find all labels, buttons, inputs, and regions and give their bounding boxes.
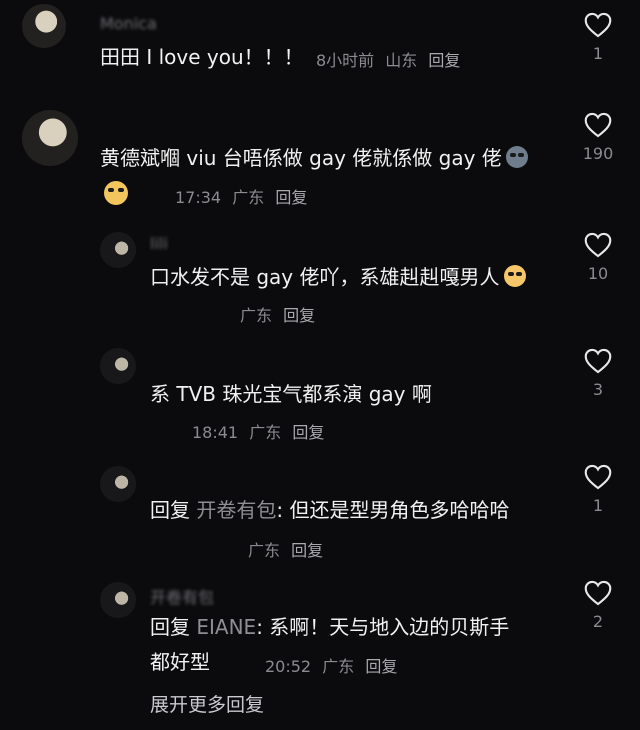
expand-more-replies-button[interactable]: 展开更多回复 xyxy=(150,690,264,717)
heart-icon xyxy=(584,112,612,138)
avatar[interactable] xyxy=(100,466,136,502)
reply-location: 广东 xyxy=(248,541,281,560)
like-button[interactable]: 10 xyxy=(578,232,618,283)
reply-meta: 广东 回复 xyxy=(240,302,321,326)
comment-time: 8小时前 xyxy=(316,51,375,70)
reply-item: 系 TVB 珠光宝气都系演 gay 啊 18:41 广东 回复 3 xyxy=(0,342,640,442)
crying-emoji xyxy=(503,265,526,287)
comment-meta: 8小时前 山东 回复 xyxy=(316,47,466,71)
heart-icon xyxy=(584,12,612,38)
reply-location: 广东 xyxy=(322,657,355,676)
like-button[interactable]: 190 xyxy=(578,112,618,163)
reply-item: lili 口水发不是 gay 佬吖，系雄赳赳嘎男人 广东 回复 10 xyxy=(0,226,640,326)
comment-meta: 17:34 广东 回复 xyxy=(175,184,313,208)
heart-icon xyxy=(584,348,612,374)
reply-meta: 18:41 广东 回复 xyxy=(192,419,330,443)
like-button[interactable]: 1 xyxy=(578,464,618,515)
avatar[interactable] xyxy=(100,232,136,268)
reply-meta: 广东 回复 xyxy=(248,537,329,561)
reply-text: 回复 开卷有包: 但还是型男角色多哈哈哈 xyxy=(150,495,509,525)
reply-text: 回复 EIANE: 系啊！天与地入边的贝斯手 xyxy=(150,612,509,642)
sunglasses-emoji xyxy=(104,181,128,205)
comment-text: 田田 I love you！！！ xyxy=(100,45,304,69)
reply-text: 口水发不是 gay 佬吖，系雄赳赳嘎男人 xyxy=(150,262,526,292)
heart-icon xyxy=(584,464,612,490)
reply-button[interactable]: 回复 xyxy=(292,423,324,442)
reply-location: 广东 xyxy=(249,423,282,442)
reply-target-user[interactable]: 开卷有包 xyxy=(196,498,276,522)
reply-text: 系 TVB 珠光宝气都系演 gay 啊 xyxy=(150,382,432,406)
reply-time: 18:41 xyxy=(192,423,239,442)
reply-button[interactable]: 回复 xyxy=(283,306,315,325)
avatar[interactable] xyxy=(100,582,136,618)
comment-location: 广东 xyxy=(232,188,265,207)
reply-prefix: 回复 xyxy=(150,615,190,639)
like-button[interactable]: 2 xyxy=(578,580,618,631)
reply-username[interactable]: 开卷有包 xyxy=(150,584,214,608)
reply-text-line2: 都好型 xyxy=(150,650,210,674)
reply-button[interactable]: 回复 xyxy=(291,541,323,560)
comment-location: 山东 xyxy=(385,51,418,70)
reply-item: 回复 开卷有包: 但还是型男角色多哈哈哈 广东 回复 1 xyxy=(0,460,640,560)
sweat-smile-emoji xyxy=(505,146,528,168)
heart-icon xyxy=(584,580,612,606)
comment-time: 17:34 xyxy=(175,188,222,207)
avatar[interactable] xyxy=(22,110,78,166)
reply-text-content: 口水发不是 gay 佬吖，系雄赳赳嘎男人 xyxy=(150,265,500,289)
like-count: 2 xyxy=(592,612,604,631)
like-count: 10 xyxy=(587,264,609,283)
reply-location: 广东 xyxy=(240,306,273,325)
like-count: 1 xyxy=(592,44,604,63)
avatar[interactable] xyxy=(22,4,66,48)
reply-time: 20:52 xyxy=(265,657,312,676)
reply-text-content: : 但还是型男角色多哈哈哈 xyxy=(276,498,510,522)
reply-meta: 20:52 广东 回复 xyxy=(265,653,403,677)
reply-button[interactable]: 回复 xyxy=(428,51,460,70)
like-button[interactable]: 1 xyxy=(578,12,618,63)
reply-button[interactable]: 回复 xyxy=(275,188,307,207)
like-count: 1 xyxy=(592,496,604,515)
reply-prefix: 回复 xyxy=(150,498,190,522)
reply-target-user[interactable]: EIANE xyxy=(196,615,256,639)
comment-item: Monica 田田 I love you！！！ 8小时前 山东 回复 1 xyxy=(0,0,640,90)
reply-text-content: : 系啊！天与地入边的贝斯手 xyxy=(256,615,510,639)
reply-button[interactable]: 回复 xyxy=(365,657,397,676)
avatar[interactable] xyxy=(100,348,136,384)
reply-username[interactable]: lili xyxy=(150,234,168,253)
heart-icon xyxy=(584,232,612,258)
comment-text-content: 黄德斌嗰 viu 台唔係做 gay 佬就係做 gay 佬 xyxy=(100,146,502,170)
comment-text: 黄德斌嗰 viu 台唔係做 gay 佬就係做 gay 佬 xyxy=(100,143,528,173)
comment-username[interactable]: Monica xyxy=(100,14,157,33)
like-count: 3 xyxy=(592,380,604,399)
reply-item: 开卷有包 回复 EIANE: 系啊！天与地入边的贝斯手 都好型 20:52 广东… xyxy=(0,576,640,681)
comment-item: 黄德斌嗰 viu 台唔係做 gay 佬就係做 gay 佬 17:34 广东 回复… xyxy=(0,100,640,215)
like-button[interactable]: 3 xyxy=(578,348,618,399)
like-count: 190 xyxy=(582,144,614,163)
